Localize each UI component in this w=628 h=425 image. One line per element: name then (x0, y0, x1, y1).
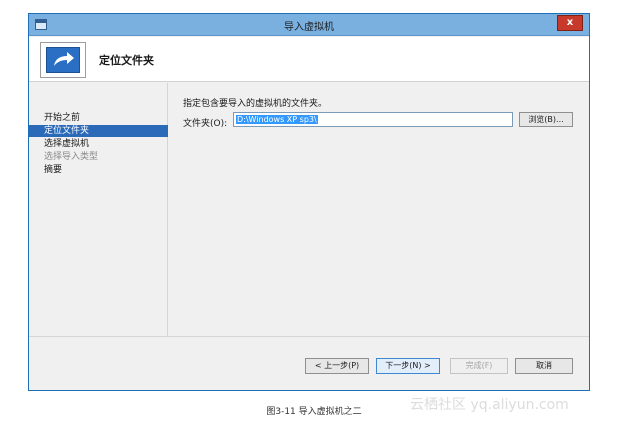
close-button[interactable]: x (557, 15, 583, 31)
import-vm-dialog: 导入虚拟机 x 定位文件夹 开始之前 定位文件夹 选择虚拟机 选择导入类型 摘要… (28, 13, 590, 391)
wizard-content: 指定包含要导入的虚拟机的文件夹。 文件夹(O): D:\Windows XP s… (169, 83, 589, 336)
step-choose-import-type: 选择导入类型 (44, 152, 99, 162)
wizard-header: 定位文件夹 (29, 37, 589, 82)
browse-button[interactable]: 浏览(B)... (519, 112, 573, 127)
folder-path-input[interactable]: D:\Windows XP sp3\ (233, 112, 513, 127)
title-bar[interactable]: 导入虚拟机 x (29, 14, 589, 36)
wizard-header-icon (40, 42, 86, 78)
previous-button[interactable]: < 上一步(P) (305, 358, 369, 374)
footer-divider (29, 336, 589, 337)
folder-path-value: D:\Windows XP sp3\ (236, 115, 318, 124)
instruction-text: 指定包含要导入的虚拟机的文件夹。 (183, 99, 328, 109)
window-title: 导入虚拟机 (284, 22, 334, 33)
step-summary[interactable]: 摘要 (29, 164, 168, 176)
cancel-button[interactable]: 取消 (515, 358, 573, 374)
step-select-vm[interactable]: 选择虚拟机 (29, 138, 168, 150)
step-before-you-begin[interactable]: 开始之前 (29, 112, 168, 124)
folder-label: 文件夹(O): (183, 119, 228, 129)
page-title: 定位文件夹 (99, 54, 154, 67)
next-button[interactable]: 下一步(N) > (376, 358, 440, 374)
finish-button: 完成(F) (450, 358, 508, 374)
step-locate-folder[interactable]: 定位文件夹 (29, 125, 168, 137)
arrow-forward-icon (46, 47, 80, 73)
wizard-steps-sidebar: 开始之前 定位文件夹 选择虚拟机 选择导入类型 摘要 (29, 83, 168, 336)
watermark: 云栖社区 yq.aliyun.com (410, 397, 569, 413)
